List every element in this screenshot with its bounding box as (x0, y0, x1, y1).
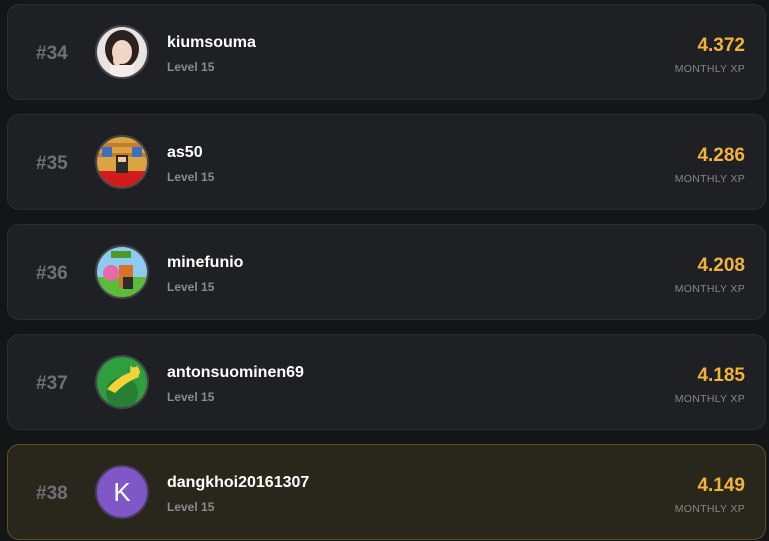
monthly-xp-value: 4.149 (697, 475, 745, 496)
monthly-xp-label: MONTHLY XP (674, 173, 745, 185)
username[interactable]: kiumsouma (167, 34, 256, 52)
rank-number: #35 (36, 153, 68, 174)
rank-number: #37 (36, 373, 68, 394)
rank-number: #38 (36, 483, 68, 504)
monthly-xp-label: MONTHLY XP (674, 503, 745, 515)
monthly-xp-value: 4.208 (697, 255, 745, 276)
monthly-xp-label: MONTHLY XP (674, 63, 745, 75)
username[interactable]: antonsuominen69 (167, 364, 304, 382)
username[interactable]: as50 (167, 144, 203, 162)
leaderboard-row[interactable]: #36 minefunio Level 15 4.208 MONTHLY XP (7, 224, 766, 320)
rank-number: #34 (36, 43, 68, 64)
leaderboard-row[interactable]: #35 as50 Level 15 4.286 MONTHLY XP (7, 114, 766, 210)
leaderboard-row[interactable]: #37 antonsuominen69 Level 15 4.185 MONTH… (7, 334, 766, 430)
user-level: Level 15 (167, 500, 215, 514)
monthly-xp-value: 4.185 (697, 365, 745, 386)
user-avatar[interactable] (95, 25, 149, 79)
user-level: Level 15 (167, 170, 215, 184)
leaderboard-list: #34 kiumsouma Level 15 4.372 MONTHLY XP … (0, 0, 769, 541)
username[interactable]: dangkhoi20161307 (167, 474, 309, 492)
username[interactable]: minefunio (167, 254, 243, 272)
monthly-xp-label: MONTHLY XP (674, 283, 745, 295)
letter-avatar[interactable]: K (95, 465, 149, 519)
user-level: Level 15 (167, 60, 215, 74)
user-level: Level 15 (167, 390, 215, 404)
user-avatar[interactable] (95, 245, 149, 299)
user-level: Level 15 (167, 280, 215, 294)
user-avatar[interactable] (95, 135, 149, 189)
rank-number: #36 (36, 263, 68, 284)
monthly-xp-label: MONTHLY XP (674, 393, 745, 405)
user-avatar[interactable] (95, 355, 149, 409)
monthly-xp-value: 4.372 (697, 35, 745, 56)
monthly-xp-value: 4.286 (697, 145, 745, 166)
leaderboard-row-current-user[interactable]: #38 K dangkhoi20161307 Level 15 4.149 MO… (7, 444, 766, 540)
leaderboard-row[interactable]: #34 kiumsouma Level 15 4.372 MONTHLY XP (7, 4, 766, 100)
